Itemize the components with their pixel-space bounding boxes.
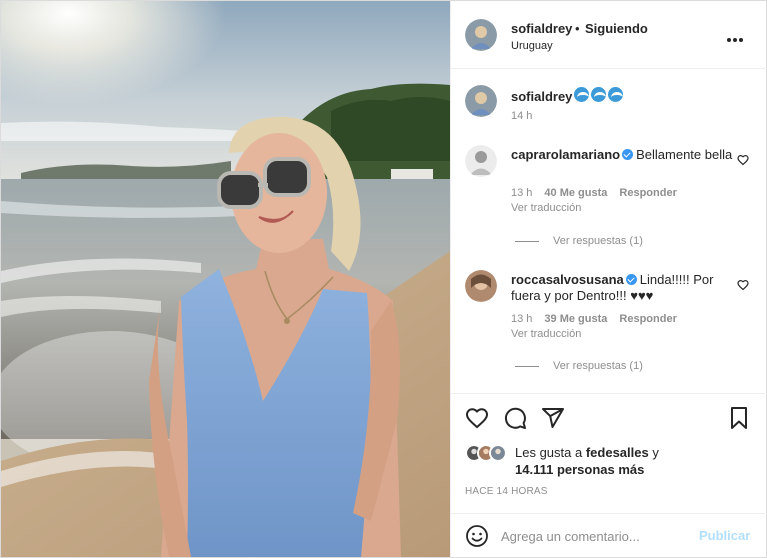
heart-icon[interactable] [465,406,489,430]
post-header: sofialdrey • Siguiendo Uruguay [451,1,767,69]
wave-emoji-icon [574,87,589,102]
replies-line [515,365,539,367]
share-icon[interactable] [541,406,565,430]
comment-icon[interactable] [503,406,527,430]
comment-avatar[interactable] [465,145,497,177]
comment-username[interactable]: caprarolamariano [511,147,620,162]
likes-user-link[interactable]: fedesalles [586,445,649,460]
header-username[interactable]: sofialdrey [511,21,572,36]
liked-by-avatars[interactable] [465,444,507,462]
post-panel: sofialdrey • Siguiendo Uruguay sofialdre… [450,1,767,557]
comment-meta: 13 h 40 Me gusta Responder [511,187,677,199]
view-replies-label: Ver respuestas (1) [553,360,643,372]
comment-time: 13 h [511,313,533,325]
translate-link[interactable]: Ver traducción [511,202,581,214]
comment-text: caprarolamariano Bellamente bella [511,147,741,163]
add-comment-bar: Publicar [451,513,767,557]
caption-time: 14 h [511,110,533,122]
posted-time[interactable]: HACE 14 HORAS [465,486,548,497]
beach-photo [1,1,450,557]
comment-text: roccasalvosusana Linda!!!!! Por fuera y p… [511,272,741,304]
verified-badge-icon [622,149,634,160]
wave-emoji-icon [591,87,606,102]
bookmark-icon[interactable] [727,406,751,430]
avatar[interactable] [465,19,497,51]
comment-username[interactable]: roccasalvosusana [511,272,624,287]
likes-count-link[interactable]: 14.111 personas más [515,462,644,477]
comment-input[interactable] [501,526,691,546]
view-replies-label: Ver respuestas (1) [553,235,643,247]
replies-line [515,240,539,242]
reply-button[interactable]: Responder [619,313,676,325]
comment-likes[interactable]: 40 Me gusta [544,187,607,199]
instagram-post: sofialdrey • Siguiendo Uruguay sofialdre… [0,0,767,558]
likes-connector: y [652,445,659,460]
following-button[interactable]: Siguiendo [585,21,648,36]
wave-emoji-icon [608,87,623,102]
publish-button[interactable]: Publicar [699,528,750,543]
emoji-icon[interactable] [465,524,489,548]
comment-like-icon[interactable] [737,278,749,291]
comment-time: 13 h [511,187,533,199]
reply-button[interactable]: Responder [619,187,676,199]
translate-link[interactable]: Ver traducción [511,328,581,340]
verified-badge-icon [625,274,637,285]
view-replies-button[interactable]: Ver respuestas (1) [515,360,643,372]
likes-summary: Les gusta a fedesalles y 14.111 personas… [515,444,755,478]
separator-dot: • [575,21,580,36]
more-options-icon[interactable] [727,29,747,42]
post-actions: Les gusta a fedesalles y 14.111 personas… [451,393,767,513]
comment-likes[interactable]: 39 Me gusta [544,313,607,325]
view-replies-button[interactable]: Ver respuestas (1) [515,235,643,247]
caption-avatar[interactable] [465,85,497,117]
comment-avatar[interactable] [465,270,497,302]
caption-username[interactable]: sofialdrey [511,89,572,104]
comment-body: Bellamente bella [636,147,733,162]
comment-meta: 13 h 39 Me gusta Responder [511,313,677,325]
comment-like-icon[interactable] [737,153,749,166]
likes-prefix: Les gusta a [515,445,583,460]
mini-avatar [489,444,507,462]
location-link[interactable]: Uruguay [511,40,553,52]
caption-emojis [574,87,623,103]
post-photo[interactable] [1,1,450,557]
